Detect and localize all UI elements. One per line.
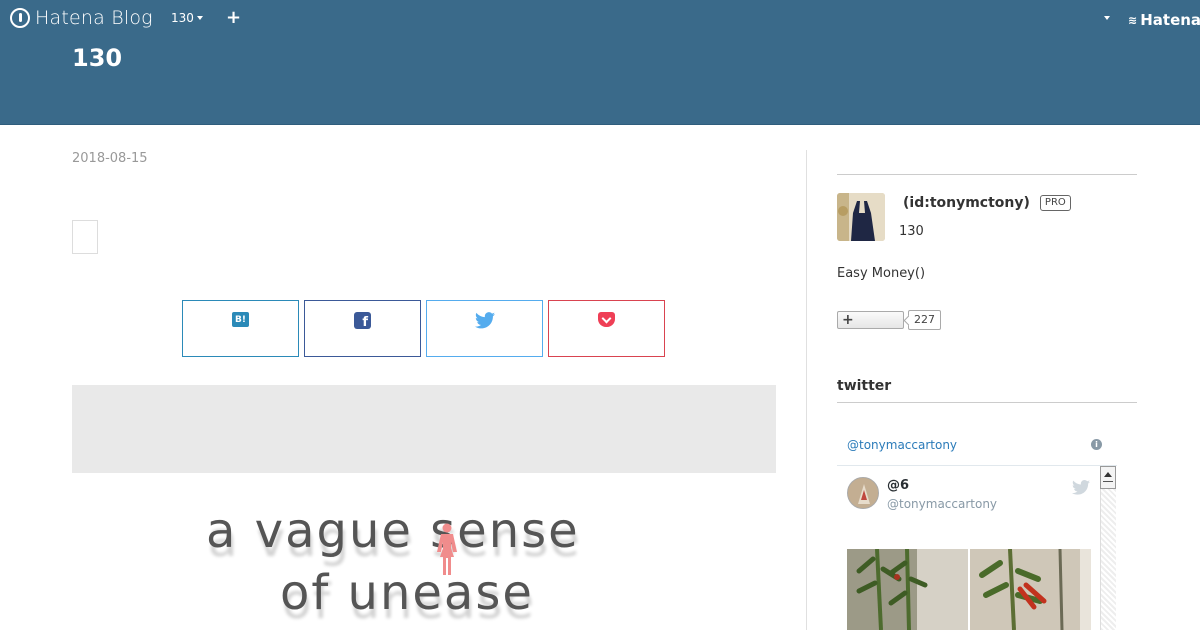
- hatena-blog-logo[interactable]: Hatena Blog: [10, 7, 153, 29]
- ad-area: [72, 385, 776, 473]
- tweet-photo-1-image: [847, 549, 968, 630]
- subscribe-button[interactable]: +: [837, 311, 904, 329]
- share-buttons: B! f: [182, 300, 665, 357]
- pocket-icon: [598, 312, 615, 327]
- hatena-blog-logo-text: Hatena Blog: [35, 7, 153, 29]
- tweet-media[interactable]: [847, 549, 1091, 630]
- profile-id[interactable]: (id:tonymctony): [903, 195, 1030, 211]
- profile-avatar-image: [837, 193, 885, 241]
- person-icon: [437, 523, 457, 575]
- share-hatena-bookmark-button[interactable]: B!: [182, 300, 299, 357]
- sidebar: (id:tonymctony) PRO 130 Easy Money() + 2…: [837, 125, 1137, 630]
- facebook-icon: f: [354, 312, 371, 329]
- share-pocket-button[interactable]: [548, 300, 665, 357]
- pro-badge: PRO: [1039, 195, 1071, 211]
- blog-title[interactable]: 130: [72, 44, 122, 72]
- entry-date[interactable]: 2018-08-15: [72, 151, 148, 166]
- plus-icon: +: [842, 312, 854, 328]
- entry-category-placeholder: [72, 220, 98, 254]
- info-icon[interactable]: i: [1091, 439, 1102, 450]
- hatena-brand-text: Hatena: [1140, 11, 1200, 29]
- sidebar-divider: [837, 174, 1137, 175]
- profile-blog-name: 130: [899, 224, 924, 239]
- tweet-author-handle[interactable]: @tonymaccartony: [887, 497, 997, 511]
- share-facebook-button[interactable]: f: [304, 300, 421, 357]
- twitter-header-divider: [837, 465, 1117, 466]
- twitter-timeline-widget: @tonymaccartony i @6 @tonymaccartony: [837, 425, 1117, 630]
- tweet-author-name[interactable]: @6: [887, 478, 909, 493]
- timeline-scrollbar[interactable]: [1100, 466, 1116, 630]
- column-divider: [806, 150, 807, 630]
- hatena-wifi-icon: ≋: [1128, 13, 1138, 27]
- tweet-author-avatar[interactable]: [847, 477, 879, 509]
- twitter-bird-icon[interactable]: [1072, 480, 1090, 495]
- hatena-blog-logo-icon: [10, 8, 30, 28]
- twitter-section-heading: twitter: [837, 378, 892, 394]
- profile-name[interactable]: (id:tonymctony) PRO: [903, 195, 1071, 211]
- hatena-brand-link[interactable]: ≋ Hatena: [1128, 11, 1200, 29]
- subscribe-widget: + 227: [837, 310, 941, 330]
- tweet-photo-2[interactable]: [970, 549, 1091, 630]
- global-bar: Hatena Blog 130 + ≋ Hatena: [0, 0, 1200, 38]
- account-menu-caret-down-icon[interactable]: [1104, 16, 1110, 20]
- blog-header: Hatena Blog 130 + ≋ Hatena 130: [0, 0, 1200, 125]
- entry-main: 2018-08-15 B! f a vague sense of unease: [72, 125, 776, 630]
- hatena-bookmark-icon: B!: [232, 312, 249, 327]
- tweet-author-avatar-image: [848, 478, 878, 508]
- hero-text-line1: a vague sense: [206, 503, 580, 559]
- scroll-up-button[interactable]: [1100, 466, 1116, 489]
- tweet-photo-1[interactable]: [847, 549, 968, 630]
- twitter-timeline-handle[interactable]: @tonymaccartony: [847, 438, 957, 452]
- share-twitter-button[interactable]: [426, 300, 543, 357]
- caret-down-icon: [196, 16, 203, 20]
- blog-selector-label: 130: [171, 11, 194, 25]
- add-entry-button[interactable]: +: [226, 8, 241, 28]
- tweet-photo-2-image: [970, 549, 1091, 630]
- profile-description: Easy Money(): [837, 266, 926, 281]
- profile-avatar[interactable]: [837, 193, 885, 241]
- entry-hero-image: a vague sense of unease: [192, 503, 662, 630]
- subscriber-count[interactable]: 227: [908, 310, 941, 330]
- twitter-bird-icon: [474, 312, 495, 329]
- twitter-section-divider: [837, 402, 1137, 403]
- hero-text-line2: of unease: [280, 565, 534, 621]
- blog-selector[interactable]: 130: [171, 11, 203, 25]
